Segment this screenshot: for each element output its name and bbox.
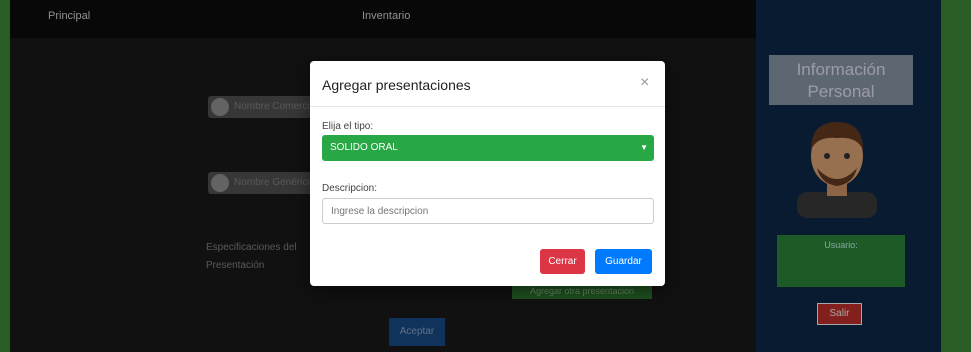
close-icon[interactable]: × [640, 74, 649, 92]
chevron-down-icon: ▼ [640, 143, 648, 152]
save-button[interactable]: Guardar [595, 249, 652, 274]
cancel-button[interactable]: Cerrar [540, 249, 585, 274]
type-select[interactable]: SOLIDO ORAL ▼ [322, 135, 654, 161]
modal-header: Agregar presentaciones × [310, 61, 665, 107]
description-input[interactable] [322, 198, 654, 224]
description-label: Descripcion: [322, 183, 378, 194]
type-label: Elija el tipo: [322, 121, 374, 132]
type-select-value: SOLIDO ORAL [330, 142, 398, 153]
add-presentation-modal: Agregar presentaciones × Elija el tipo: … [310, 61, 665, 286]
modal-title: Agregar presentaciones [322, 77, 471, 93]
